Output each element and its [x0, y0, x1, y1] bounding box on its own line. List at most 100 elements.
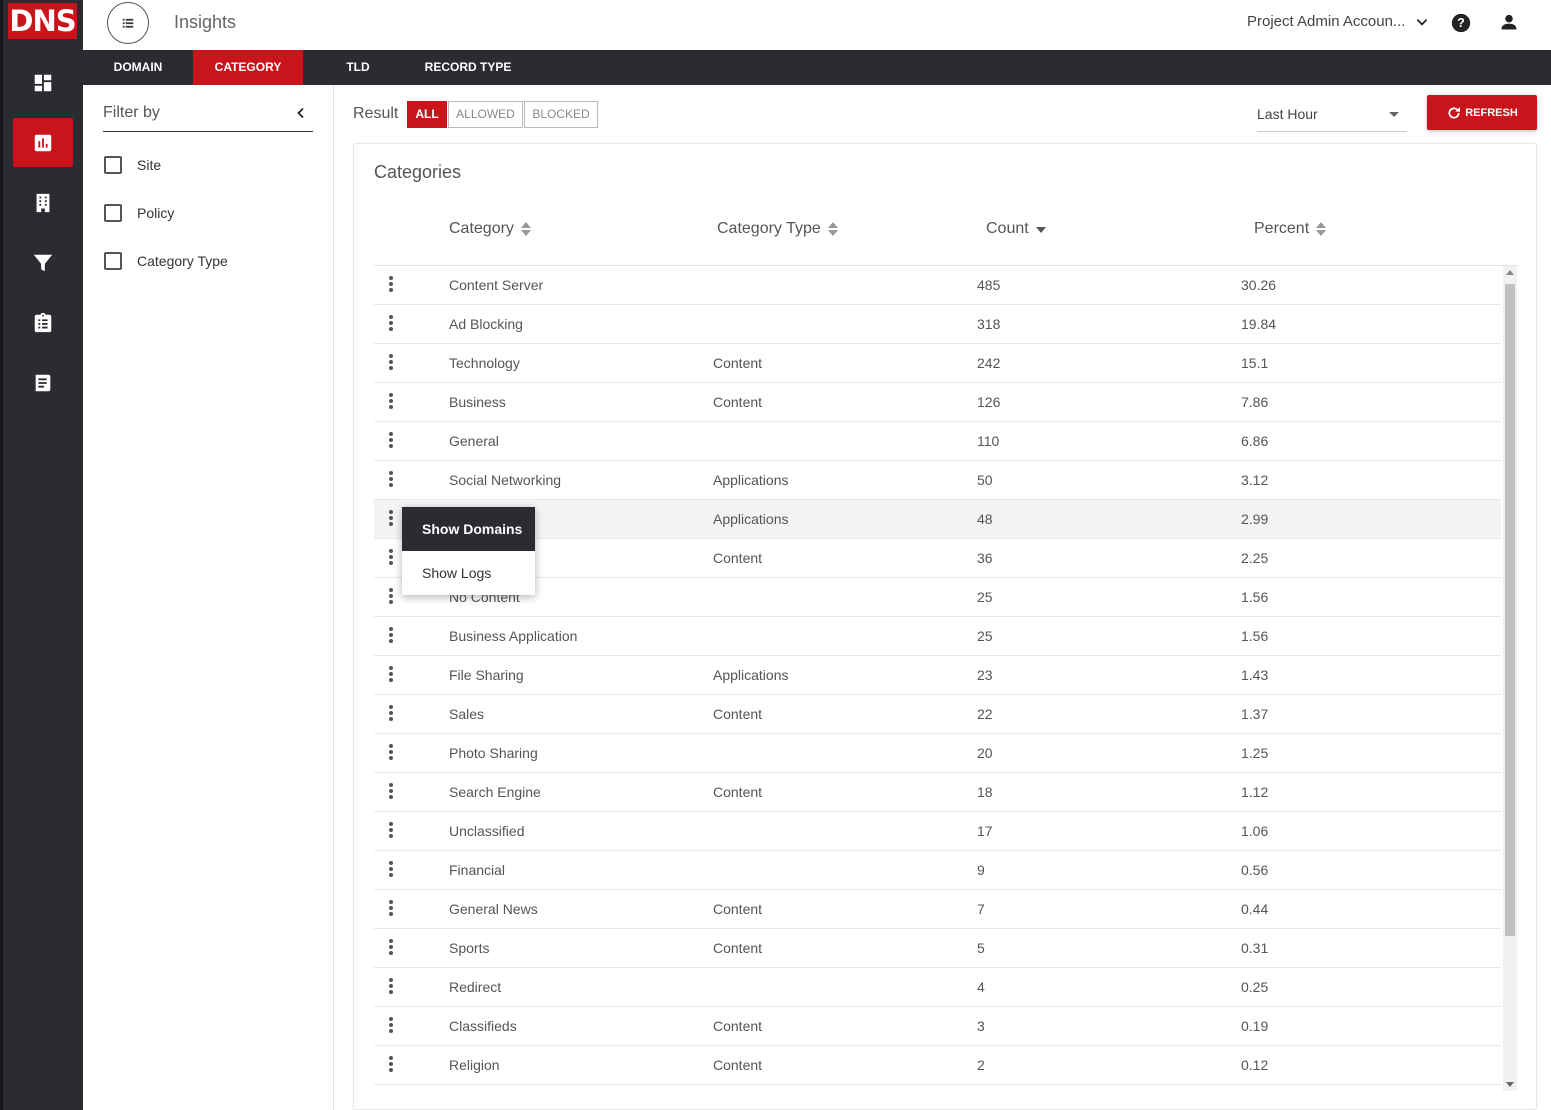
cell-count: 23: [977, 667, 993, 683]
table-row[interactable]: Sports Content 5 0.31: [374, 929, 1501, 968]
table-row[interactable]: diaApplications482.99: [374, 500, 1501, 539]
table-row[interactable]: Unclassified 17 1.06: [374, 812, 1501, 851]
table-row[interactable]: Content 36 2.25: [374, 539, 1501, 578]
table-row[interactable]: Religion Content 2 0.12: [374, 1046, 1501, 1085]
tab-tld[interactable]: TLD: [303, 50, 413, 85]
table-row[interactable]: Sales Content 22 1.37: [374, 695, 1501, 734]
categories-card: Categories Category Category Type Count …: [353, 143, 1537, 1110]
cell-count: 2: [977, 1057, 985, 1073]
time-range-select[interactable]: Last Hour: [1257, 102, 1407, 132]
cell-percent: 1.12: [1241, 784, 1269, 800]
cell-count: 20: [977, 745, 993, 761]
table-row[interactable]: No Content 25 1.56: [374, 578, 1501, 617]
table-row[interactable]: Content Server 485 30.26: [374, 266, 1501, 305]
table-row[interactable]: Social Networking Applications 50 3.12: [374, 461, 1501, 500]
cell-category: Social Networking: [449, 472, 562, 488]
user-icon[interactable]: [1499, 12, 1519, 32]
table-row[interactable]: Search Engine Content 18 1.12: [374, 773, 1501, 812]
more-vert-icon[interactable]: [384, 1056, 398, 1076]
scroll-down-arrow-icon[interactable]: [1506, 1082, 1514, 1087]
filter-option-site[interactable]: Site: [104, 156, 161, 174]
more-vert-icon[interactable]: [384, 1017, 398, 1037]
refresh-button[interactable]: REFRESH: [1427, 95, 1537, 130]
column-header-count[interactable]: Count: [986, 220, 1046, 238]
checkbox[interactable]: [104, 156, 122, 174]
cell-category: Classifieds: [449, 1018, 517, 1034]
tab-category[interactable]: CATEGORY: [193, 50, 303, 85]
cell-count: 22: [977, 706, 993, 722]
rail-item-reports[interactable]: [13, 298, 73, 347]
tab-bar: DOMAIN CATEGORY TLD RECORD TYPE: [83, 50, 1551, 85]
more-vert-icon[interactable]: [384, 783, 398, 803]
more-vert-icon[interactable]: [384, 939, 398, 959]
show-logs-menu-item[interactable]: Show Logs: [402, 551, 535, 595]
table-row[interactable]: Classifieds Content 3 0.19: [374, 1007, 1501, 1046]
more-vert-icon[interactable]: [384, 705, 398, 725]
checkbox[interactable]: [104, 252, 122, 270]
cell-percent: 1.37: [1241, 706, 1269, 722]
more-vert-icon[interactable]: [384, 744, 398, 764]
table-row[interactable]: Technology Content 242 15.1: [374, 344, 1501, 383]
scrollbar-thumb[interactable]: [1505, 284, 1515, 936]
rail-edge: [0, 0, 3, 1110]
result-all-button[interactable]: ALL: [407, 101, 447, 128]
table-row[interactable]: General News Content 7 0.44: [374, 890, 1501, 929]
filter-option-category-type[interactable]: Category Type: [104, 252, 228, 270]
more-vert-icon[interactable]: [384, 549, 398, 569]
column-header-category[interactable]: Category: [449, 220, 531, 238]
result-blocked-button[interactable]: BLOCKED: [524, 101, 598, 128]
more-vert-icon[interactable]: [384, 666, 398, 686]
more-vert-icon[interactable]: [384, 393, 398, 413]
column-header-percent[interactable]: Percent: [1254, 220, 1327, 238]
more-vert-icon[interactable]: [384, 627, 398, 647]
column-header-category-type[interactable]: Category Type: [717, 220, 838, 238]
account-menu[interactable]: Project Admin Accoun...: [1247, 13, 1429, 30]
cell-category-type: Content: [713, 940, 763, 956]
clipboard-list-icon: [34, 312, 52, 332]
cell-category: Business: [449, 394, 506, 410]
help-icon[interactable]: ?: [1451, 13, 1471, 33]
menu-toggle-button[interactable]: [107, 2, 149, 44]
cell-category: Sports: [449, 940, 490, 956]
cell-percent: 1.43: [1241, 667, 1269, 683]
collapse-chevron-left-icon[interactable]: [295, 106, 307, 125]
more-vert-icon[interactable]: [384, 861, 398, 881]
cell-count: 242: [977, 355, 1001, 371]
result-allowed-button[interactable]: ALLOWED: [448, 101, 523, 128]
more-vert-icon[interactable]: [384, 315, 398, 335]
table-row[interactable]: File Sharing Applications 23 1.43: [374, 656, 1501, 695]
table-row[interactable]: Business Content 126 7.86: [374, 383, 1501, 422]
more-vert-icon[interactable]: [384, 900, 398, 920]
table-row[interactable]: Photo Sharing 20 1.25: [374, 734, 1501, 773]
scroll-up-arrow-icon[interactable]: [1506, 270, 1514, 275]
cell-percent: 0.19: [1241, 1018, 1269, 1034]
dashboard-icon: [34, 74, 52, 91]
table-row[interactable]: General 110 6.86: [374, 422, 1501, 461]
cell-category: Technology: [449, 355, 520, 371]
more-vert-icon[interactable]: [384, 432, 398, 452]
more-vert-icon[interactable]: [384, 822, 398, 842]
cell-category: Sales: [449, 706, 485, 722]
sort-icon: [520, 222, 531, 236]
more-vert-icon[interactable]: [384, 471, 398, 491]
rail-item-dashboard[interactable]: [13, 58, 73, 107]
table-row[interactable]: Business Application 25 1.56: [374, 617, 1501, 656]
filter-option-policy[interactable]: Policy: [104, 204, 174, 222]
checkbox[interactable]: [104, 204, 122, 222]
rail-item-policies[interactable]: [13, 238, 73, 287]
tab-record-type[interactable]: RECORD TYPE: [413, 50, 523, 85]
more-vert-icon[interactable]: [384, 588, 398, 608]
rail-item-insights[interactable]: [13, 118, 73, 167]
rail-item-docs[interactable]: [13, 358, 73, 407]
more-vert-icon[interactable]: [384, 354, 398, 374]
more-vert-icon[interactable]: [384, 978, 398, 998]
show-domains-menu-item[interactable]: Show Domains: [402, 507, 535, 551]
more-vert-icon[interactable]: [384, 510, 398, 530]
tab-domain[interactable]: DOMAIN: [83, 50, 193, 85]
table-row[interactable]: Financial 9 0.56: [374, 851, 1501, 890]
rail-item-sites[interactable]: [13, 178, 73, 227]
cell-category: General: [449, 433, 499, 449]
table-row[interactable]: Redirect 4 0.25: [374, 968, 1501, 1007]
more-vert-icon[interactable]: [384, 276, 398, 296]
table-row[interactable]: Ad Blocking 318 19.84: [374, 305, 1501, 344]
